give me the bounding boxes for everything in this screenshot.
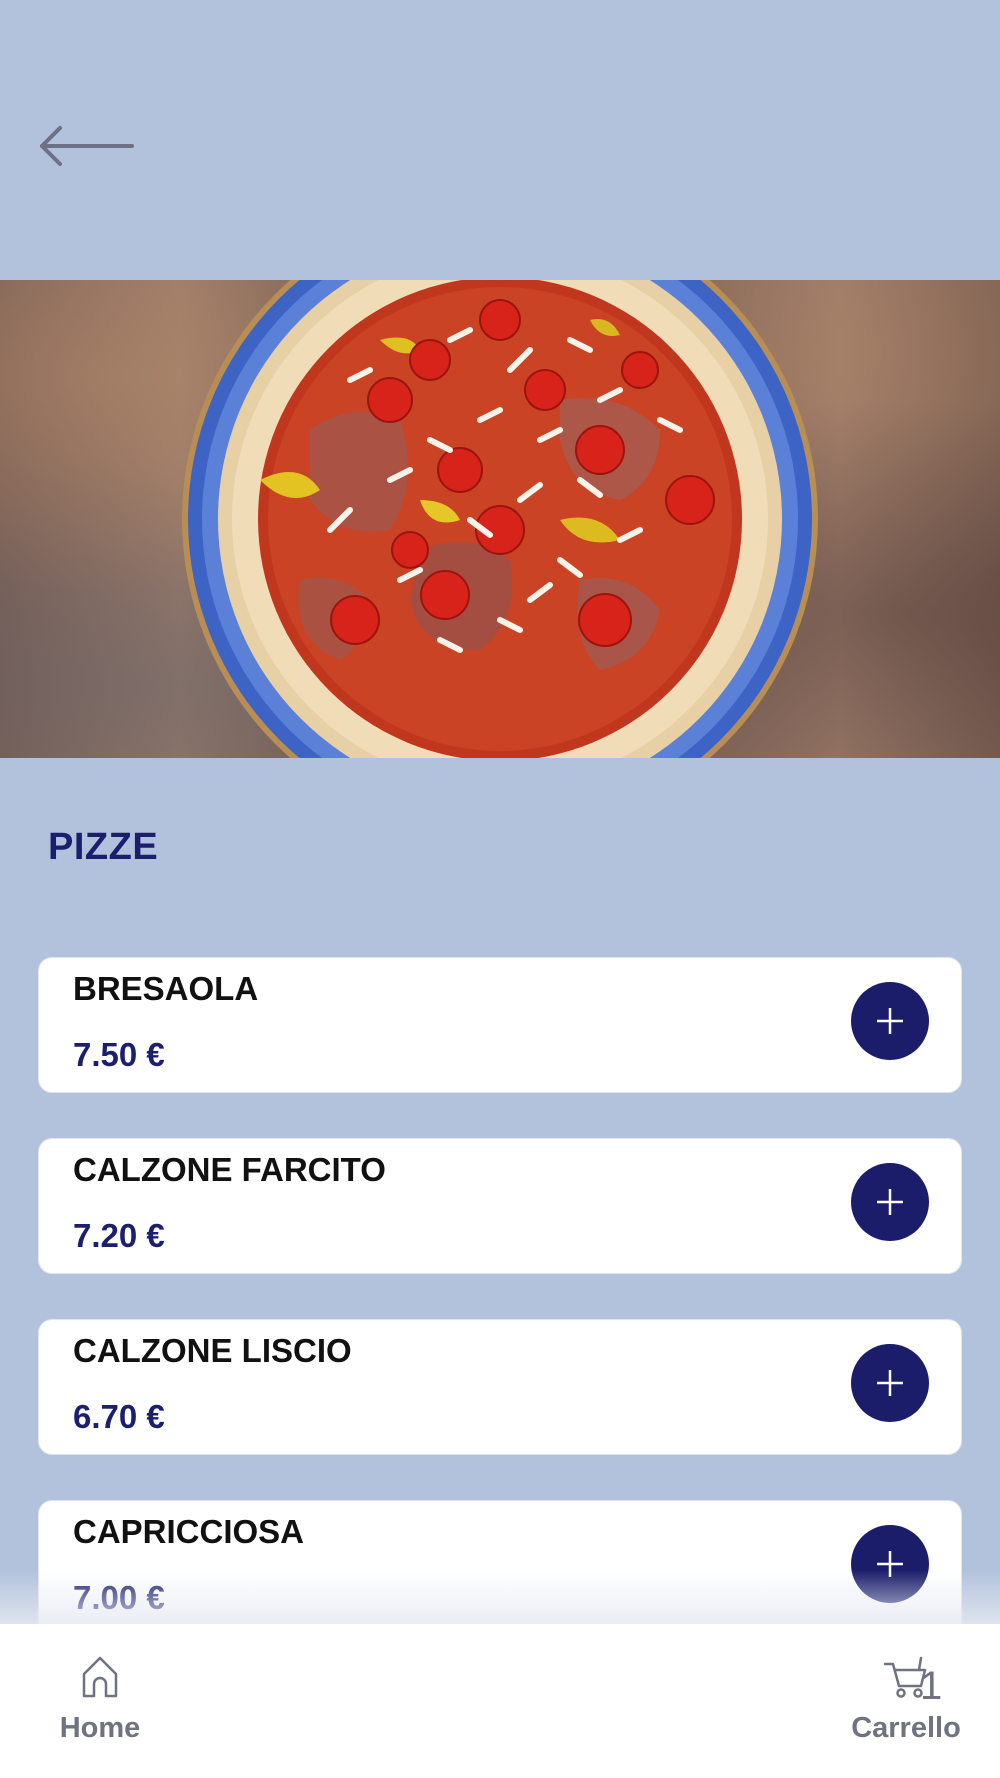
product-name: BRESAOLA bbox=[73, 970, 259, 1007]
product-price: 7.50 € bbox=[73, 1036, 165, 1073]
add-to-cart-button[interactable] bbox=[851, 1525, 929, 1603]
cart-count-badge: 1 bbox=[920, 1664, 943, 1708]
product-list: BRESAOLA 7.50 € CALZONE FARCITO 7.20 € C… bbox=[38, 957, 962, 1681]
product-name: CALZONE LISCIO bbox=[73, 1332, 352, 1369]
nav-home-label: Home bbox=[59, 1712, 141, 1744]
nav-cart[interactable]: Carrello bbox=[836, 1654, 976, 1745]
nav-cart-label: Carrello bbox=[851, 1712, 961, 1744]
app-header bbox=[0, 0, 1000, 280]
plus-icon bbox=[877, 1551, 903, 1577]
product-card[interactable]: CALZONE FARCITO 7.20 € bbox=[38, 1138, 962, 1274]
product-price: 7.20 € bbox=[73, 1217, 165, 1254]
home-icon bbox=[82, 1656, 118, 1698]
plus-icon bbox=[877, 1189, 903, 1215]
add-to-cart-button[interactable] bbox=[851, 982, 929, 1060]
product-name: CAPRICCIOSA bbox=[73, 1513, 305, 1550]
bottom-navigation: Home Carrello 1 bbox=[0, 1624, 1000, 1778]
arrow-left-icon bbox=[40, 126, 134, 166]
hero-pizza-image bbox=[0, 280, 1000, 758]
add-to-cart-button[interactable] bbox=[851, 1344, 929, 1422]
add-to-cart-button[interactable] bbox=[851, 1163, 929, 1241]
section-title: PIZZE bbox=[48, 826, 159, 868]
product-price: 7.00 € bbox=[73, 1579, 165, 1616]
nav-home[interactable]: Home bbox=[48, 1654, 152, 1745]
product-price: 6.70 € bbox=[73, 1398, 165, 1435]
plus-icon bbox=[877, 1370, 903, 1396]
plus-icon bbox=[877, 1008, 903, 1034]
product-name: CALZONE FARCITO bbox=[73, 1151, 386, 1188]
product-card[interactable]: CAPRICCIOSA 7.00 € bbox=[38, 1500, 962, 1636]
product-card[interactable]: BRESAOLA 7.50 € bbox=[38, 957, 962, 1093]
back-button[interactable] bbox=[36, 118, 136, 174]
product-card[interactable]: CALZONE LISCIO 6.70 € bbox=[38, 1319, 962, 1455]
